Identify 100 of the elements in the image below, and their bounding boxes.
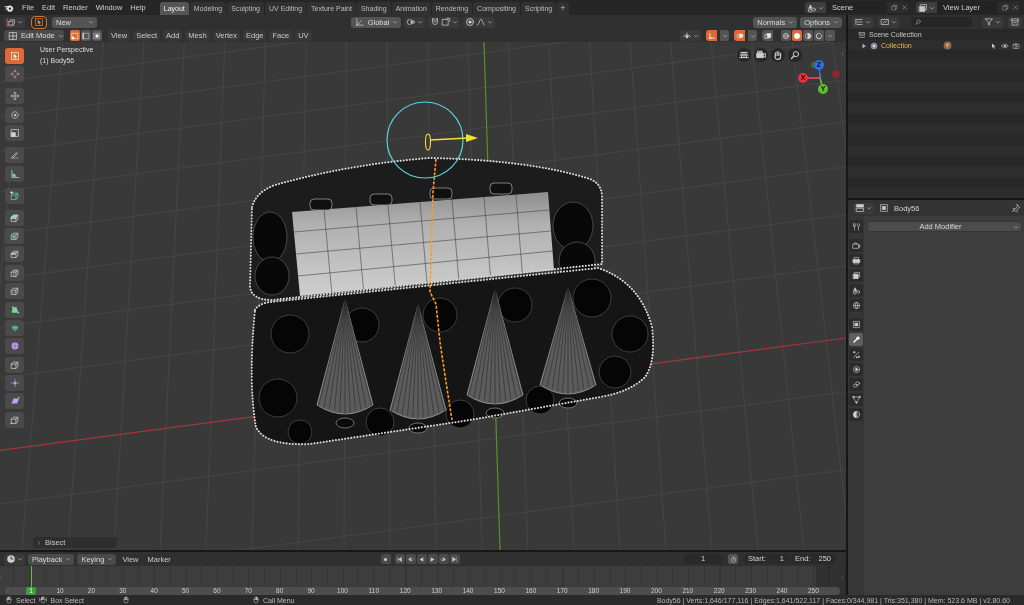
tool-button[interactable]: [5, 301, 24, 318]
mouse-left-icon: [5, 596, 13, 604]
tool-button[interactable]: [5, 393, 24, 410]
caret-icon: [693, 32, 699, 39]
magnet-icon: [430, 17, 441, 27]
proportional-edit-button[interactable]: [463, 16, 496, 28]
properties-tab[interactable]: [849, 239, 863, 252]
tool-button[interactable]: [5, 147, 24, 164]
transform-gizmo[interactable]: [385, 100, 480, 180]
viewport-toggle-button[interactable]: [706, 30, 717, 41]
display-mode-button[interactable]: [852, 16, 873, 28]
properties-tab[interactable]: [849, 284, 863, 297]
camera-icon[interactable]: [1012, 41, 1020, 50]
disclosure-triangle-icon[interactable]: [861, 42, 867, 49]
scene-browse-button[interactable]: [805, 2, 826, 13]
viewport-toggle-button[interactable]: [734, 30, 745, 41]
record-button[interactable]: [380, 554, 391, 564]
loop-cut-cube-icon: [9, 267, 20, 278]
properties-tab[interactable]: [849, 408, 863, 421]
eye-icon[interactable]: [1001, 41, 1009, 50]
duplicate-icon[interactable]: [1001, 4, 1009, 11]
editor-type-button[interactable]: [4, 16, 25, 28]
play-reverse-button[interactable]: [416, 554, 427, 564]
filter-scene-button[interactable]: [878, 16, 899, 28]
tool-button[interactable]: [5, 411, 24, 428]
pivot-point-button[interactable]: [404, 16, 426, 28]
shading-options-button[interactable]: [825, 30, 835, 41]
caret-icon: [995, 19, 1001, 25]
collection-box-icon: [858, 31, 866, 40]
properties-tab[interactable]: [849, 318, 863, 331]
tool-button[interactable]: [5, 246, 24, 263]
tool-button[interactable]: [5, 187, 24, 204]
pointer-arrow-icon[interactable]: [990, 41, 998, 50]
playhead-line[interactable]: [30, 566, 32, 587]
properties-tab[interactable]: [849, 254, 863, 267]
close-icon[interactable]: [1011, 4, 1019, 11]
toggle-options-button[interactable]: [720, 30, 729, 41]
search-field[interactable]: [911, 17, 972, 27]
jump-end-button[interactable]: [449, 554, 460, 564]
add-workspace-button[interactable]: +: [557, 2, 569, 15]
properties-tab[interactable]: [849, 393, 863, 406]
properties-tab[interactable]: [849, 348, 863, 361]
smooth-sphere-icon: [9, 341, 20, 352]
shading-mode-button[interactable]: [803, 30, 813, 41]
filter-button[interactable]: [982, 16, 1003, 28]
pin-icon[interactable]: [1011, 203, 1021, 213]
blender-logo-icon[interactable]: [4, 2, 14, 13]
select-mode-button[interactable]: [70, 30, 80, 41]
tool-button[interactable]: [5, 209, 24, 226]
editor-type-button[interactable]: [4, 553, 25, 565]
tool-button[interactable]: [5, 106, 24, 123]
select-mode-button[interactable]: [92, 30, 102, 41]
visibility-button[interactable]: [680, 30, 701, 41]
preview-range-button[interactable]: [728, 554, 738, 564]
properties-tab[interactable]: [849, 378, 863, 391]
camera-view-icon[interactable]: [754, 48, 768, 62]
ortho-grid-icon[interactable]: [737, 48, 751, 62]
properties-tab[interactable]: [849, 363, 863, 376]
tool-button[interactable]: [5, 165, 24, 182]
close-icon[interactable]: [900, 4, 908, 11]
caret-icon: [788, 19, 795, 25]
new-collection-button[interactable]: [1008, 16, 1022, 28]
duplicate-icon[interactable]: [890, 4, 898, 11]
shading-mode-button[interactable]: [781, 30, 791, 41]
tool-button[interactable]: [5, 319, 24, 336]
properties-tab[interactable]: [849, 269, 863, 282]
rendered-sphere-icon: [815, 31, 823, 40]
shading-mode-button[interactable]: [814, 30, 824, 41]
tool-button[interactable]: [5, 227, 24, 244]
shading-mode-button[interactable]: [792, 30, 802, 41]
view-layer-browse-button[interactable]: [916, 2, 937, 13]
zoom-icon[interactable]: [788, 48, 802, 62]
properties-tab[interactable]: [849, 299, 863, 312]
tool-button[interactable]: [5, 66, 24, 83]
tool-button[interactable]: [5, 264, 24, 281]
toggle-options-button[interactable]: [748, 30, 757, 41]
caret-icon: [417, 19, 424, 25]
play-button[interactable]: [427, 554, 438, 564]
next-keyframe-button[interactable]: [438, 554, 449, 564]
rotate-ring-icon: [9, 109, 20, 120]
jump-start-button[interactable]: [394, 554, 405, 564]
previous-keyframe-button[interactable]: [405, 554, 416, 564]
properties-tab[interactable]: [849, 220, 863, 233]
snap-button[interactable]: [428, 16, 461, 28]
select-mode-button[interactable]: [81, 30, 91, 41]
active-tool-button[interactable]: [32, 16, 46, 28]
tool-button[interactable]: [5, 338, 24, 355]
chain-links-icon: [851, 380, 861, 389]
hand-icon[interactable]: [771, 48, 785, 62]
tool-button[interactable]: [5, 88, 24, 105]
editor-type-button[interactable]: [853, 202, 874, 214]
play-icon: [429, 555, 436, 563]
edge-select-icon: [82, 31, 90, 40]
spin-fan-icon: [9, 322, 20, 333]
viewport-toggle-button[interactable]: [762, 30, 773, 41]
tool-button[interactable]: [5, 356, 24, 373]
tool-button[interactable]: [5, 283, 24, 300]
tool-button[interactable]: [5, 48, 24, 64]
tool-button[interactable]: [5, 125, 24, 142]
properties-tab[interactable]: [849, 333, 863, 346]
